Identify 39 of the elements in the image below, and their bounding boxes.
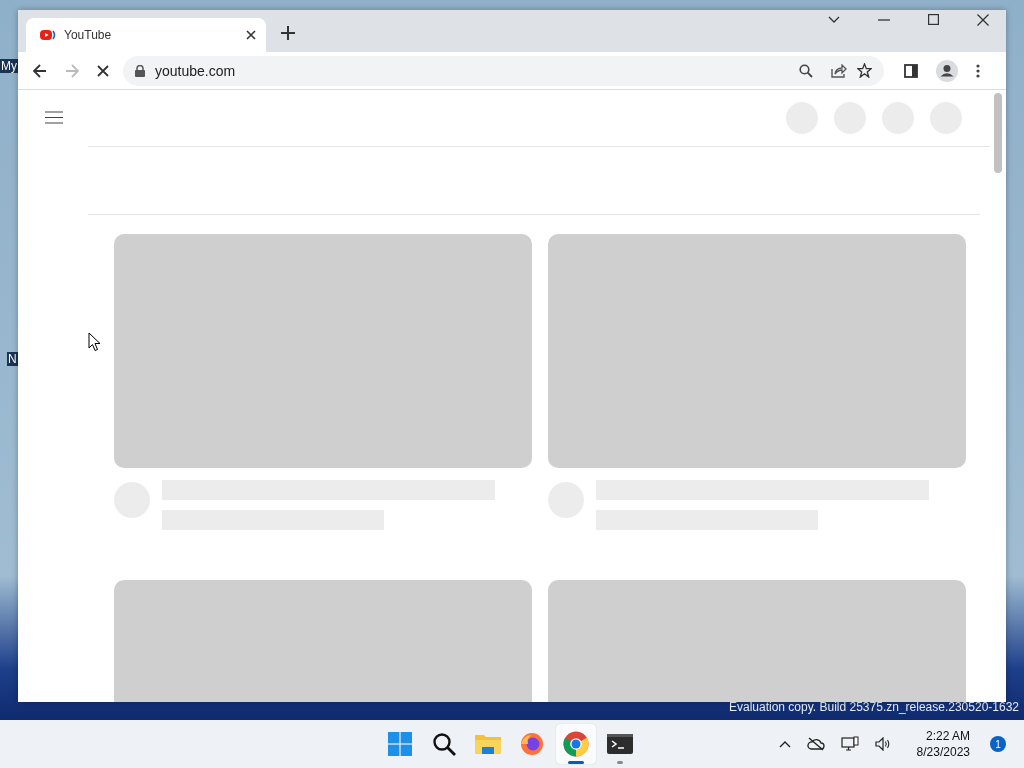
folder-icon (475, 733, 501, 755)
chevron-down-icon[interactable] (828, 15, 840, 24)
windows-logo-icon (388, 732, 412, 756)
stop-icon[interactable] (97, 64, 109, 77)
close-icon[interactable] (977, 13, 989, 26)
scrollbar-thumb[interactable] (994, 93, 1002, 173)
maximize-icon[interactable] (928, 14, 939, 25)
close-icon[interactable] (246, 30, 256, 40)
speaker-icon[interactable] (874, 737, 891, 751)
menu-icon[interactable] (45, 111, 63, 124)
watermark-text: Evaluation copy. Build 25375.zn_release.230520-1632 (729, 700, 1019, 714)
terminal-icon (607, 734, 633, 754)
address-bar[interactable]: youtube.com (123, 55, 884, 86)
mouse-pointer-icon (88, 332, 101, 352)
network-icon[interactable] (840, 736, 859, 752)
browser-globe-icon (520, 732, 544, 756)
desktop-icon-label[interactable]: My (0, 59, 18, 73)
star-icon[interactable] (857, 63, 872, 78)
clock-date: 8/23/2023 (916, 744, 970, 760)
cloud-offline-icon[interactable] (806, 737, 825, 751)
lock-icon (135, 64, 145, 77)
plus-icon[interactable] (281, 26, 295, 40)
desktop-icon-label[interactable]: N (7, 352, 18, 366)
menu-dots-icon[interactable] (976, 63, 980, 78)
chevron-up-icon[interactable] (778, 740, 791, 748)
browser-tab[interactable]: YouTube (26, 18, 266, 52)
share-icon[interactable] (831, 63, 847, 78)
clock[interactable]: 2:22 AM 8/23/2023 (912, 726, 974, 762)
search-icon[interactable] (799, 63, 813, 78)
notification-badge[interactable]: 1 (990, 736, 1006, 752)
profile-avatar-icon[interactable] (936, 59, 958, 82)
minimize-icon[interactable] (878, 18, 890, 21)
clock-time: 2:22 AM (925, 728, 970, 744)
back-arrow-icon[interactable] (33, 63, 47, 78)
chrome-logo-icon (563, 731, 589, 757)
search-icon (432, 732, 456, 756)
side-panel-icon[interactable] (904, 63, 918, 78)
play-logo-icon (40, 29, 56, 41)
taskbar-app-button[interactable] (556, 724, 596, 764)
